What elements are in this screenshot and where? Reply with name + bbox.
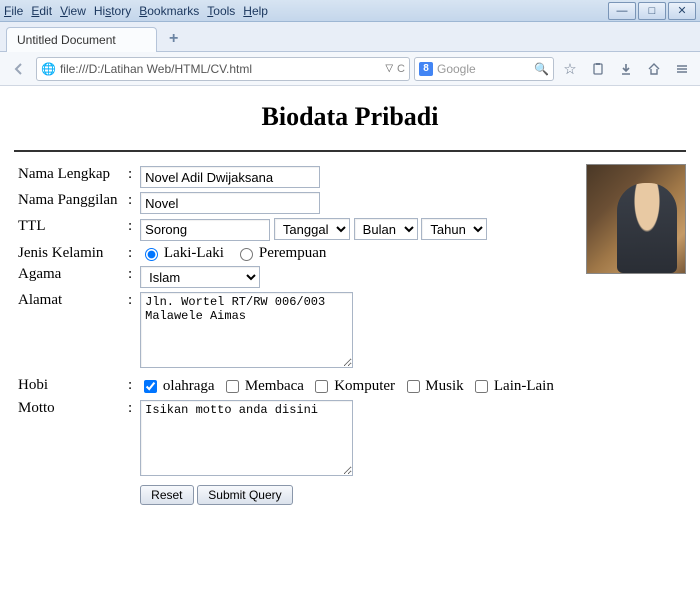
tab-title: Untitled Document xyxy=(17,33,116,47)
downloads-button[interactable] xyxy=(614,57,638,81)
close-button[interactable]: ✕ xyxy=(668,2,696,20)
nama-lengkap-input[interactable] xyxy=(140,166,320,188)
label-hobi: Hobi xyxy=(14,375,124,398)
menu-help[interactable]: Help xyxy=(243,4,268,18)
nama-panggilan-input[interactable] xyxy=(140,192,320,214)
hobi-lain-checkbox[interactable] xyxy=(475,380,488,393)
hobi-membaca-label: Membaca xyxy=(245,377,304,393)
menu-history[interactable]: History xyxy=(94,4,131,18)
globe-icon: 🌐 xyxy=(41,62,56,76)
person-silhouette-icon xyxy=(617,183,677,273)
hobi-olahraga-label: olahraga xyxy=(163,377,215,393)
download-icon xyxy=(619,62,633,76)
page-title: Biodata Pribadi xyxy=(14,102,686,132)
gender-female-radio[interactable] xyxy=(240,248,253,261)
alamat-textarea[interactable]: Jln. Wortel RT/RW 006/003 Malawele Aimas xyxy=(140,292,353,368)
hamburger-icon xyxy=(675,62,689,76)
gender-male-radio[interactable] xyxy=(145,248,158,261)
motto-textarea[interactable]: Isikan motto anda disini xyxy=(140,400,353,476)
url-text: file:///D:/Latihan Web/HTML/CV.html xyxy=(60,62,385,76)
label-alamat: Alamat xyxy=(14,290,124,375)
submit-button[interactable]: Submit Query xyxy=(197,485,292,505)
search-box[interactable]: 8 Google 🔍 xyxy=(414,57,554,81)
label-nama-lengkap: Nama Lengkap xyxy=(14,164,124,190)
agama-select[interactable]: Islam xyxy=(140,266,260,288)
navbar: 🌐 file:///D:/Latihan Web/HTML/CV.html ▽ … xyxy=(0,52,700,86)
search-engine-icon: 8 xyxy=(419,62,433,76)
back-button[interactable] xyxy=(6,56,32,82)
library-button[interactable] xyxy=(586,57,610,81)
back-icon xyxy=(12,62,26,76)
window-controls: — □ ✕ xyxy=(606,2,696,20)
url-bar[interactable]: 🌐 file:///D:/Latihan Web/HTML/CV.html ▽ … xyxy=(36,57,410,81)
reload-button[interactable]: C xyxy=(397,63,405,75)
profile-photo xyxy=(586,164,686,274)
label-motto: Motto xyxy=(14,398,124,483)
hobi-musik-checkbox[interactable] xyxy=(407,380,420,393)
menubar: File Edit View History Bookmarks Tools H… xyxy=(0,0,700,22)
menu-tools[interactable]: Tools xyxy=(207,4,235,18)
label-ttl: TTL xyxy=(14,216,124,243)
horizontal-rule xyxy=(14,150,686,152)
biodata-form: Nama Lengkap : Nama Panggilan : TTL : Ta… xyxy=(14,164,576,507)
page-viewport: Biodata Pribadi Nama Lengkap : Nama Pang… xyxy=(0,86,700,594)
reset-button[interactable]: Reset xyxy=(140,485,193,505)
ttl-tahun-select[interactable]: Tahun xyxy=(421,218,487,240)
hobi-komputer-checkbox[interactable] xyxy=(315,380,328,393)
search-placeholder: Google xyxy=(437,62,476,76)
label-jenis-kelamin: Jenis Kelamin xyxy=(14,243,124,264)
minimize-button[interactable]: — xyxy=(608,2,636,20)
star-button[interactable]: ☆ xyxy=(558,57,582,81)
gender-female-label: Perempuan xyxy=(259,245,326,261)
menu-file[interactable]: File xyxy=(4,4,23,18)
label-agama: Agama xyxy=(14,264,124,290)
clipboard-icon xyxy=(591,62,605,76)
hobi-lain-label: Lain-Lain xyxy=(494,377,554,393)
search-icon[interactable]: 🔍 xyxy=(534,62,549,76)
menu-bookmarks[interactable]: Bookmarks xyxy=(139,4,199,18)
home-icon xyxy=(647,62,661,76)
label-nama-panggilan: Nama Panggilan xyxy=(14,190,124,216)
hobi-membaca-checkbox[interactable] xyxy=(226,380,239,393)
new-tab-button[interactable]: + xyxy=(163,29,185,49)
hobi-olahraga-checkbox[interactable] xyxy=(144,380,157,393)
ttl-kota-input[interactable] xyxy=(140,219,270,241)
tabstrip: Untitled Document + xyxy=(0,22,700,52)
menu-button[interactable] xyxy=(670,57,694,81)
dropdown-caret-icon[interactable]: ▽ xyxy=(385,63,393,74)
home-button[interactable] xyxy=(642,57,666,81)
menu-view[interactable]: View xyxy=(60,4,86,18)
ttl-bulan-select[interactable]: Bulan xyxy=(354,218,418,240)
ttl-tanggal-select[interactable]: Tanggal xyxy=(274,218,350,240)
hobi-komputer-label: Komputer xyxy=(334,377,395,393)
maximize-button[interactable]: □ xyxy=(638,2,666,20)
gender-male-label: Laki-Laki xyxy=(164,245,224,261)
menu-edit[interactable]: Edit xyxy=(31,4,52,18)
hobi-musik-label: Musik xyxy=(425,377,463,393)
tab-active[interactable]: Untitled Document xyxy=(6,27,157,52)
